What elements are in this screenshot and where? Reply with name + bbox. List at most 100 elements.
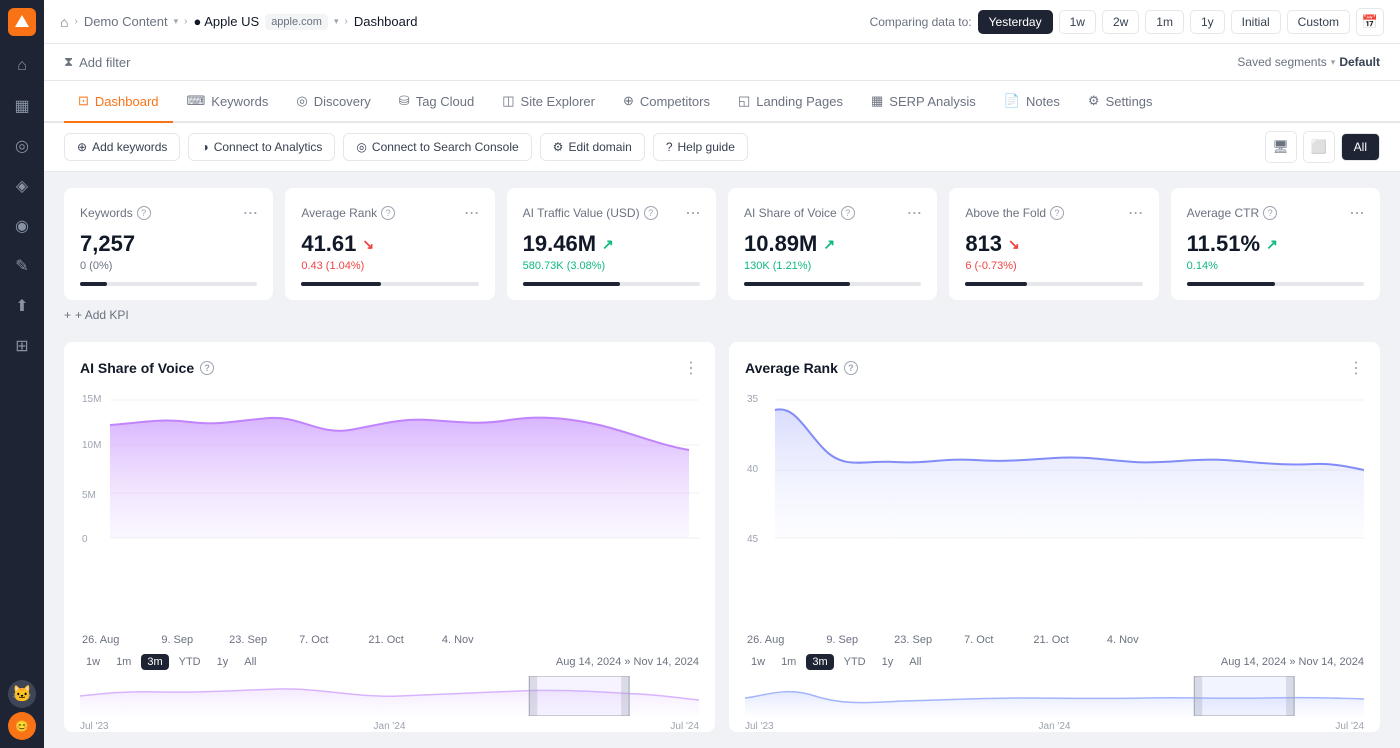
topbar: ⌂ › Demo Content ▾ › ● Apple US apple.co… [44,0,1400,44]
more-options-icon[interactable]: ··· [685,202,700,223]
add-filter-button[interactable]: ⧗ Add filter [64,54,130,70]
kpi-card-average-rank: Average Rank ? ··· 41.61 ↘ 0.43 (1.04%) [285,188,494,300]
chart-footer-rank: 1w 1m 3m YTD 1y All Aug 14, 2024 » Nov 1… [745,654,1364,670]
cat-avatar[interactable]: 🐱 [8,680,36,708]
chart-card-ai-sov: AI Share of Voice ? ⋮ 15M 10M [64,342,715,732]
tr-1m-rank[interactable]: 1m [775,654,802,670]
info-icon[interactable]: ? [1263,206,1277,220]
tab-serp-analysis[interactable]: ▦ SERP Analysis [857,81,990,123]
mini-chart-rank: Jul '23 Jan '24 Jul '24 [745,676,1364,716]
breadcrumb-demo[interactable]: Demo Content [84,14,168,29]
tr-ytd-rank[interactable]: YTD [838,654,872,670]
tab-competitors[interactable]: ⊕ Competitors [609,81,724,123]
tr-1m-sov[interactable]: 1m [110,654,137,670]
info-icon[interactable]: ? [200,361,214,375]
range-handle-right-rank[interactable] [1286,676,1294,716]
chart-more-options[interactable]: ⋮ [1348,358,1364,378]
tr-all-rank[interactable]: All [903,654,927,670]
user-avatar[interactable]: 😊 [8,712,36,740]
tr-1w-sov[interactable]: 1w [80,654,106,670]
chart-ai-sov-title: AI Share of Voice [80,360,194,376]
more-options-icon[interactable]: ··· [464,202,479,223]
sidebar-logo[interactable] [8,8,36,36]
home-icon[interactable]: ⌂ [60,14,68,30]
time-btn-yesterday[interactable]: Yesterday [978,10,1053,34]
mini-x-label: Jul '24 [1335,721,1364,732]
more-options-icon[interactable]: ··· [242,202,257,223]
sidebar-item-eye[interactable]: ◉ [4,208,40,244]
more-options-icon[interactable]: ··· [1349,202,1364,223]
tab-keywords[interactable]: ⌨ Keywords [173,81,283,123]
chart-avg-rank-title: Average Rank [745,360,838,376]
discovery-icon: ◎ [296,93,307,109]
info-icon[interactable]: ? [844,361,858,375]
range-handle-left-rank[interactable] [1194,676,1202,716]
connect-search-console-button[interactable]: ◎ Connect to Search Console [343,133,531,161]
connect-analytics-button[interactable]: ◑ Connect to Analytics [188,133,335,161]
tr-all-sov[interactable]: All [238,654,262,670]
sidebar-item-grid[interactable]: ⊞ [4,328,40,364]
range-handle-left[interactable] [529,676,537,716]
chart-more-options[interactable]: ⋮ [683,358,699,378]
kpi-value: 813 ↘ [965,231,1142,257]
time-btn-initial[interactable]: Initial [1231,10,1281,34]
edit-domain-button[interactable]: ⚙ Edit domain [540,133,645,161]
info-icon[interactable]: ? [644,206,658,220]
info-icon[interactable]: ? [381,206,395,220]
time-btn-1w[interactable]: 1w [1059,10,1096,34]
sidebar-item-upload[interactable]: ⬆ [4,288,40,324]
site-explorer-icon: ◫ [502,93,514,109]
kpi-value: 41.61 ↘ [301,231,478,257]
calendar-icon[interactable]: 📅 [1356,8,1384,36]
tr-1w-rank[interactable]: 1w [745,654,771,670]
tr-ytd-sov[interactable]: YTD [173,654,207,670]
keywords-value: 7,257 [80,231,135,257]
tr-1y-sov[interactable]: 1y [211,654,235,670]
time-btn-custom[interactable]: Custom [1287,10,1350,34]
sidebar-item-edit[interactable]: ✎ [4,248,40,284]
breadcrumb-apple[interactable]: ● Apple US [194,14,260,29]
desktop-view-button[interactable]: 🖥 [1265,131,1297,163]
info-icon[interactable]: ? [841,206,855,220]
info-icon[interactable]: ? [137,206,151,220]
chevron-down-icon[interactable]: ▾ [1331,57,1336,68]
add-kpi-button[interactable]: + + Add KPI [64,308,1380,322]
range-selector[interactable] [529,676,629,716]
more-options-icon[interactable]: ··· [1128,202,1143,223]
add-keywords-button[interactable]: ⊕ Add keywords [64,133,180,161]
tablet-view-button[interactable]: ⬜ [1303,131,1335,163]
all-button[interactable]: All [1341,133,1380,161]
filter-bar: ⧗ Add filter Saved segments ▾ Default [44,44,1400,81]
kpi-bar-fill [80,282,107,286]
tab-landing-pages[interactable]: ◱ Landing Pages [724,81,857,123]
tab-settings[interactable]: ⚙ Settings [1074,81,1167,123]
time-btn-1m[interactable]: 1m [1145,10,1184,34]
sidebar-item-chart[interactable]: ▦ [4,88,40,124]
info-icon[interactable]: ? [1050,206,1064,220]
avg-rank-value: 41.61 [301,231,356,257]
sidebar-item-tag[interactable]: ◈ [4,168,40,204]
tr-1y-rank[interactable]: 1y [876,654,900,670]
help-guide-button[interactable]: ? Help guide [653,133,748,161]
x-label: 26. Aug [82,634,119,646]
action-bar: ⊕ Add keywords ◑ Connect to Analytics ◎ … [44,123,1400,172]
time-btn-2w[interactable]: 2w [1102,10,1139,34]
range-selector-rank[interactable] [1194,676,1294,716]
tr-3m-rank[interactable]: 3m [806,654,833,670]
rank-area [775,409,1364,538]
edit-domain-label: Edit domain [568,140,631,154]
time-btn-1y[interactable]: 1y [1190,10,1225,34]
tr-3m-sov[interactable]: 3m [141,654,168,670]
chevron-icon: ▾ [334,16,339,27]
tab-site-explorer-label: Site Explorer [521,94,595,109]
tab-dashboard[interactable]: ⊡ Dashboard [64,81,173,123]
sidebar-item-home[interactable]: ⌂ [4,48,40,84]
more-options-icon[interactable]: ··· [906,202,921,223]
tab-tag-cloud[interactable]: ⛁ Tag Cloud [385,81,488,123]
range-handle-right[interactable] [621,676,629,716]
tab-site-explorer[interactable]: ◫ Site Explorer [488,81,609,123]
kpi-bar-fill [523,282,621,286]
tab-notes[interactable]: 📄 Notes [990,81,1074,123]
sidebar-item-search[interactable]: ◎ [4,128,40,164]
tab-discovery[interactable]: ◎ Discovery [282,81,384,123]
